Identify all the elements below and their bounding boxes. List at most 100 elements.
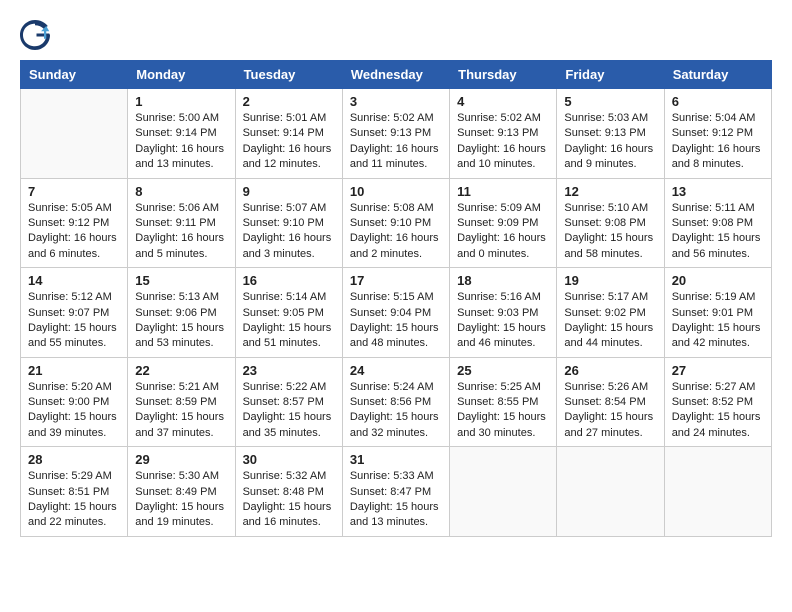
logo	[20, 20, 52, 50]
calendar-cell: 5 Sunrise: 5:03 AM Sunset: 9:13 PM Daylig…	[557, 89, 664, 179]
day-number: 15	[135, 273, 227, 288]
header-day-thursday: Thursday	[450, 61, 557, 89]
calendar-cell: 14 Sunrise: 5:12 AM Sunset: 9:07 PM Dayli…	[21, 268, 128, 358]
calendar-cell: 2Sunrise: 5:01 AM Sunset: 9:14 PM Daylig…	[235, 89, 342, 179]
calendar-cell	[21, 89, 128, 179]
day-number: 4	[457, 94, 549, 109]
calendar-cell: 22Sunrise: 5:21 AM Sunset: 8:59 PM Dayli…	[128, 357, 235, 447]
calendar-cell: 6 Sunrise: 5:04 AM Sunset: 9:12 PM Daylig…	[664, 89, 771, 179]
calendar-cell: 13Sunrise: 5:11 AM Sunset: 9:08 PM Dayli…	[664, 178, 771, 268]
calendar-cell: 16 Sunrise: 5:14 AM Sunset: 9:05 PM Dayli…	[235, 268, 342, 358]
calendar-header: SundayMondayTuesdayWednesdayThursdayFrid…	[21, 61, 772, 89]
header-day-wednesday: Wednesday	[342, 61, 449, 89]
calendar-cell: 10 Sunrise: 5:08 AM Sunset: 9:10 PM Dayli…	[342, 178, 449, 268]
calendar-cell: 30 Sunrise: 5:32 AM Sunset: 8:48 PM Dayli…	[235, 447, 342, 537]
calendar-body: 1 Sunrise: 5:00 AM Sunset: 9:14 PM Daylig…	[21, 89, 772, 537]
calendar-cell: 24 Sunrise: 5:24 AM Sunset: 8:56 PM Dayli…	[342, 357, 449, 447]
calendar-table: SundayMondayTuesdayWednesdayThursdayFrid…	[20, 60, 772, 537]
cell-info: Sunrise: 5:13 AM Sunset: 9:06 PM Dayligh…	[135, 290, 227, 352]
day-number: 31	[350, 452, 442, 467]
day-number: 16	[243, 273, 335, 288]
cell-info: Sunrise: 5:22 AM Sunset: 8:57 PM Dayligh…	[243, 380, 335, 442]
cell-info: Sunrise: 5:15 AM Sunset: 9:04 PM Dayligh…	[350, 290, 442, 352]
cell-info: Sunrise: 5:04 AM Sunset: 9:12 PM Dayligh…	[672, 111, 764, 173]
day-number: 8	[135, 184, 227, 199]
day-number: 12	[564, 184, 656, 199]
calendar-cell	[664, 447, 771, 537]
calendar-cell: 19Sunrise: 5:17 AM Sunset: 9:02 PM Dayli…	[557, 268, 664, 358]
header-day-friday: Friday	[557, 61, 664, 89]
cell-info: Sunrise: 5:07 AM Sunset: 9:10 PM Dayligh…	[243, 201, 335, 263]
cell-info: Sunrise: 5:33 AM Sunset: 8:47 PM Dayligh…	[350, 469, 442, 531]
cell-info: Sunrise: 5:25 AM Sunset: 8:55 PM Dayligh…	[457, 380, 549, 442]
day-number: 21	[28, 363, 120, 378]
cell-info: Sunrise: 5:26 AM Sunset: 8:54 PM Dayligh…	[564, 380, 656, 442]
logo-icon	[20, 20, 50, 50]
cell-info: Sunrise: 5:20 AM Sunset: 9:00 PM Dayligh…	[28, 380, 120, 442]
cell-info: Sunrise: 5:24 AM Sunset: 8:56 PM Dayligh…	[350, 380, 442, 442]
day-number: 1	[135, 94, 227, 109]
day-number: 6	[672, 94, 764, 109]
header-day-monday: Monday	[128, 61, 235, 89]
cell-info: Sunrise: 5:08 AM Sunset: 9:10 PM Dayligh…	[350, 201, 442, 263]
day-number: 23	[243, 363, 335, 378]
calendar-cell: 26 Sunrise: 5:26 AM Sunset: 8:54 PM Dayli…	[557, 357, 664, 447]
header-day-saturday: Saturday	[664, 61, 771, 89]
calendar-cell: 15 Sunrise: 5:13 AM Sunset: 9:06 PM Dayli…	[128, 268, 235, 358]
calendar-cell: 4 Sunrise: 5:02 AM Sunset: 9:13 PM Daylig…	[450, 89, 557, 179]
cell-info: Sunrise: 5:14 AM Sunset: 9:05 PM Dayligh…	[243, 290, 335, 352]
day-number: 30	[243, 452, 335, 467]
cell-info: Sunrise: 5:10 AM Sunset: 9:08 PM Dayligh…	[564, 201, 656, 263]
cell-info: Sunrise: 5:00 AM Sunset: 9:14 PM Dayligh…	[135, 111, 227, 173]
cell-info: Sunrise: 5:21 AM Sunset: 8:59 PM Dayligh…	[135, 380, 227, 442]
day-number: 3	[350, 94, 442, 109]
cell-info: Sunrise: 5:32 AM Sunset: 8:48 PM Dayligh…	[243, 469, 335, 531]
calendar-cell: 12 Sunrise: 5:10 AM Sunset: 9:08 PM Dayli…	[557, 178, 664, 268]
cell-info: Sunrise: 5:29 AM Sunset: 8:51 PM Dayligh…	[28, 469, 120, 531]
cell-info: Sunrise: 5:17 AM Sunset: 9:02 PM Dayligh…	[564, 290, 656, 352]
cell-info: Sunrise: 5:12 AM Sunset: 9:07 PM Dayligh…	[28, 290, 120, 352]
calendar-cell: 3 Sunrise: 5:02 AM Sunset: 9:13 PM Daylig…	[342, 89, 449, 179]
calendar-week-3: 14 Sunrise: 5:12 AM Sunset: 9:07 PM Dayli…	[21, 268, 772, 358]
header-row: SundayMondayTuesdayWednesdayThursdayFrid…	[21, 61, 772, 89]
calendar-week-2: 7 Sunrise: 5:05 AM Sunset: 9:12 PM Daylig…	[21, 178, 772, 268]
cell-info: Sunrise: 5:09 AM Sunset: 9:09 PM Dayligh…	[457, 201, 549, 263]
calendar-week-1: 1 Sunrise: 5:00 AM Sunset: 9:14 PM Daylig…	[21, 89, 772, 179]
cell-info: Sunrise: 5:01 AM Sunset: 9:14 PM Dayligh…	[243, 111, 335, 173]
day-number: 14	[28, 273, 120, 288]
calendar-cell: 7 Sunrise: 5:05 AM Sunset: 9:12 PM Daylig…	[21, 178, 128, 268]
cell-info: Sunrise: 5:06 AM Sunset: 9:11 PM Dayligh…	[135, 201, 227, 263]
cell-info: Sunrise: 5:02 AM Sunset: 9:13 PM Dayligh…	[350, 111, 442, 173]
day-number: 27	[672, 363, 764, 378]
day-number: 5	[564, 94, 656, 109]
calendar-cell: 9 Sunrise: 5:07 AM Sunset: 9:10 PM Daylig…	[235, 178, 342, 268]
calendar-cell: 29Sunrise: 5:30 AM Sunset: 8:49 PM Dayli…	[128, 447, 235, 537]
cell-info: Sunrise: 5:16 AM Sunset: 9:03 PM Dayligh…	[457, 290, 549, 352]
day-number: 9	[243, 184, 335, 199]
day-number: 10	[350, 184, 442, 199]
calendar-cell: 11Sunrise: 5:09 AM Sunset: 9:09 PM Dayli…	[450, 178, 557, 268]
calendar-week-5: 28 Sunrise: 5:29 AM Sunset: 8:51 PM Dayli…	[21, 447, 772, 537]
calendar-cell: 28 Sunrise: 5:29 AM Sunset: 8:51 PM Dayli…	[21, 447, 128, 537]
day-number: 17	[350, 273, 442, 288]
day-number: 24	[350, 363, 442, 378]
calendar-cell: 20Sunrise: 5:19 AM Sunset: 9:01 PM Dayli…	[664, 268, 771, 358]
calendar-cell: 23 Sunrise: 5:22 AM Sunset: 8:57 PM Dayli…	[235, 357, 342, 447]
header-day-sunday: Sunday	[21, 61, 128, 89]
header-day-tuesday: Tuesday	[235, 61, 342, 89]
calendar-cell	[450, 447, 557, 537]
cell-info: Sunrise: 5:19 AM Sunset: 9:01 PM Dayligh…	[672, 290, 764, 352]
day-number: 25	[457, 363, 549, 378]
cell-info: Sunrise: 5:05 AM Sunset: 9:12 PM Dayligh…	[28, 201, 120, 263]
calendar-cell	[557, 447, 664, 537]
calendar-cell: 18Sunrise: 5:16 AM Sunset: 9:03 PM Dayli…	[450, 268, 557, 358]
cell-info: Sunrise: 5:02 AM Sunset: 9:13 PM Dayligh…	[457, 111, 549, 173]
day-number: 7	[28, 184, 120, 199]
calendar-cell: 8 Sunrise: 5:06 AM Sunset: 9:11 PM Daylig…	[128, 178, 235, 268]
day-number: 28	[28, 452, 120, 467]
day-number: 26	[564, 363, 656, 378]
cell-info: Sunrise: 5:27 AM Sunset: 8:52 PM Dayligh…	[672, 380, 764, 442]
calendar-cell: 21 Sunrise: 5:20 AM Sunset: 9:00 PM Dayli…	[21, 357, 128, 447]
calendar-cell: 1 Sunrise: 5:00 AM Sunset: 9:14 PM Daylig…	[128, 89, 235, 179]
cell-info: Sunrise: 5:03 AM Sunset: 9:13 PM Dayligh…	[564, 111, 656, 173]
